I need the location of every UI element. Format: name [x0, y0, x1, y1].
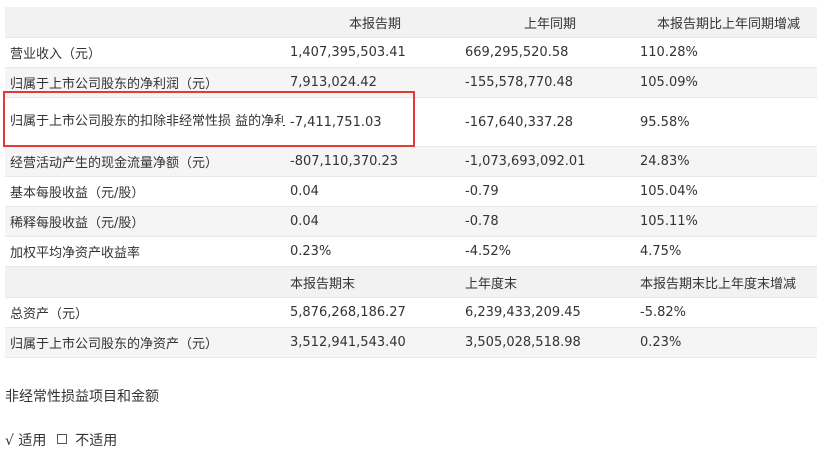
header-cell-empty [5, 7, 285, 38]
cell-current: -7,411,751.03 [285, 97, 460, 147]
cell-current: -807,110,370.23 [285, 146, 460, 177]
cell-current: 0.23% [285, 236, 460, 267]
row-label: 归属于上市公司股东的扣除非经常性损 益的净利润（元） [5, 97, 285, 147]
cell-change: 105.11% [635, 206, 817, 237]
cell-last-year: -167,640,337.28 [460, 97, 635, 147]
table-row: 基本每股收益（元/股） 0.04 -0.79 105.04% [5, 176, 817, 207]
table-row: 归属于上市公司股东的净资产（元） 3,512,941,543.40 3,505,… [5, 327, 817, 358]
header-cell-empty [5, 266, 285, 298]
row-label: 营业收入（元） [5, 37, 285, 68]
row-label: 稀释每股收益（元/股） [5, 206, 285, 237]
cell-change: 24.83% [635, 146, 817, 177]
row-label: 加权平均净资产收益率 [5, 236, 285, 267]
table-row: 总资产（元） 5,876,268,186.27 6,239,433,209.45… [5, 297, 817, 328]
row-label: 经营活动产生的现金流量净额（元） [5, 146, 285, 177]
header-cell-last-year-period: 上年同期 [460, 7, 635, 38]
table-row: 归属于上市公司股东的净利润（元） 7,913,024.42 -155,578,7… [5, 67, 817, 98]
cell-current: 1,407,395,503.41 [285, 37, 460, 68]
cell-change: -5.82% [635, 297, 817, 328]
cell-last-year: -1,073,693,092.01 [460, 146, 635, 177]
header-cell-current-period: 本报告期 [285, 7, 460, 38]
table-row: 营业收入（元） 1,407,395,503.41 669,295,520.58 … [5, 37, 817, 68]
header-cell-period-end: 本报告期末 [285, 266, 460, 298]
cell-last-year: -155,578,770.48 [460, 67, 635, 98]
table-header-row: 本报告期 上年同期 本报告期比上年同期增减 [5, 7, 817, 38]
cell-last-year: -0.79 [460, 176, 635, 207]
row-label: 基本每股收益（元/股） [5, 176, 285, 207]
cell-last-year-end: 6,239,433,209.45 [460, 297, 635, 328]
cell-last-year: -0.78 [460, 206, 635, 237]
applicable-label: 适用 [18, 433, 47, 449]
cell-last-year: 669,295,520.58 [460, 37, 635, 68]
row-label: 归属于上市公司股东的净利润（元） [5, 67, 285, 98]
cell-change: 0.23% [635, 327, 817, 358]
empty-checkbox-icon [56, 434, 67, 444]
applicability-line: √ 适用 不适用 [5, 430, 117, 450]
cell-change: 105.04% [635, 176, 817, 207]
cell-current: 0.04 [285, 206, 460, 237]
row-label: 总资产（元） [5, 297, 285, 328]
cell-period-end: 3,512,941,543.40 [285, 327, 460, 358]
financial-data-table: 本报告期 上年同期 本报告期比上年同期增减 营业收入（元） 1,407,395,… [5, 7, 817, 358]
cell-change: 4.75% [635, 236, 817, 267]
cell-change: 95.58% [635, 97, 817, 147]
row-label: 归属于上市公司股东的净资产（元） [5, 327, 285, 358]
header-cell-last-year-end: 上年度末 [460, 266, 635, 298]
table-row: 稀释每股收益（元/股） 0.04 -0.78 105.11% [5, 206, 817, 237]
cell-current: 7,913,024.42 [285, 67, 460, 98]
header-cell-change: 本报告期比上年同期增减 [635, 7, 817, 38]
not-applicable-label: 不适用 [75, 433, 118, 449]
header-cell-change-vs-year-end: 本报告期末比上年度末增减 [635, 266, 817, 298]
cell-last-year-end: 3,505,028,518.98 [460, 327, 635, 358]
table-row: 加权平均净资产收益率 0.23% -4.52% 4.75% [5, 236, 817, 267]
table-row: 经营活动产生的现金流量净额（元） -807,110,370.23 -1,073,… [5, 146, 817, 177]
cell-change: 110.28% [635, 37, 817, 68]
cell-period-end: 5,876,268,186.27 [285, 297, 460, 328]
section-title: 非经常性损益项目和金额 [5, 389, 159, 405]
check-mark-icon: √ [5, 433, 14, 449]
cell-current: 0.04 [285, 176, 460, 207]
cell-change: 105.09% [635, 67, 817, 98]
table-row: 归属于上市公司股东的扣除非经常性损 益的净利润（元） -7,411,751.03… [5, 97, 817, 147]
cell-last-year: -4.52% [460, 236, 635, 267]
table-subheader-row: 本报告期末 上年度末 本报告期末比上年度末增减 [5, 266, 817, 298]
